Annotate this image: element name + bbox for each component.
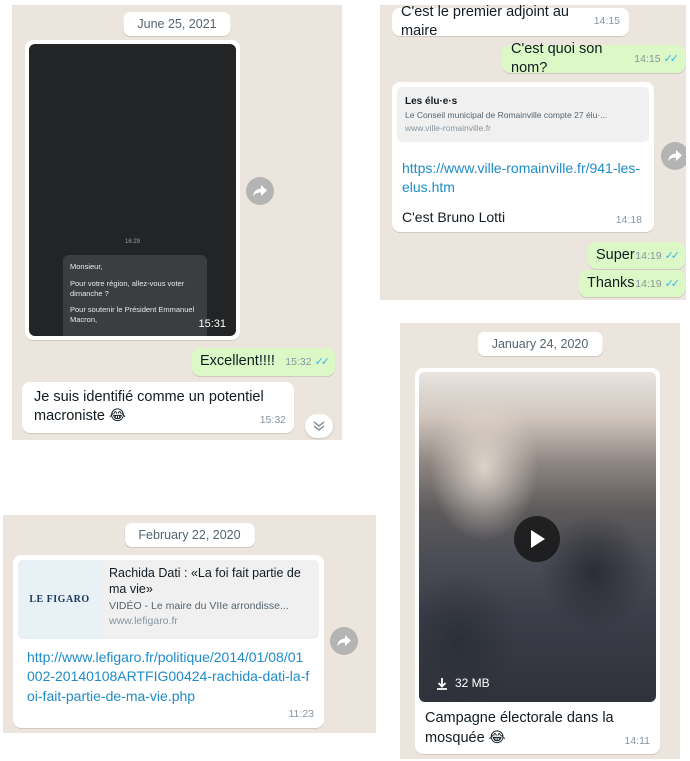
chat-panel-january-2020: January 24, 2020 32 MB Campagne électora… [400,323,680,759]
outgoing-message[interactable]: Thanks 14:19 ✓✓ [579,270,685,297]
link-preview-domain: www.lefigaro.fr [109,615,178,628]
message-time: 11:23 [288,708,315,721]
screenshot-image[interactable]: 16:29 Monsieur, Pour votre région, allez… [29,44,236,336]
message-text: Super [596,246,635,263]
chat-panel-romainville: C'est le premier adjoint au maire 14:15 … [380,5,686,300]
message-time: 14:18 [615,214,642,227]
message-time: 15:32 [285,356,312,369]
video-size: 32 MB [455,676,490,691]
forward-icon[interactable] [330,627,358,655]
link-message[interactable]: LE FIGARO Rachida Dati : «La foi fait pa… [13,555,324,728]
message-time: 14:19 [635,249,662,262]
link-preview-description: VIDÉO - Le maire du VIIe arrondisse... [109,599,289,612]
screenshot-inner-time: 16:29 [124,239,140,245]
message-time: 14:15 [593,15,620,28]
message-text: C'est quoi son nom? [511,40,603,76]
forward-icon[interactable] [661,142,686,170]
video-size-overlay: 32 MB [437,676,490,692]
message-time: 14:11 [624,735,651,748]
read-ticks-icon: ✓✓ [664,249,681,262]
read-ticks-icon: ✓✓ [663,53,680,66]
forward-icon[interactable] [246,177,274,205]
message-text: Je suis identifié comme un potentiel mac… [34,389,264,425]
link-preview-title: Les élu·e·s [405,96,458,107]
link-preview-body: Rachida Dati : «La foi fait partie de ma… [109,565,314,629]
date-chip: February 22, 2020 [124,523,255,547]
link-preview[interactable]: LE FIGARO Rachida Dati : «La foi fait pa… [18,560,319,639]
video-message[interactable]: 32 MB Campagne électorale dans la mosqué… [415,368,660,754]
link-preview-description: Le Conseil municipal de Romainville comp… [405,110,608,121]
screenshot-line: Pour soutenir le Président Emmanuel Macr… [70,305,195,324]
screenshot-line: Monsieur, [70,262,103,271]
screenshot-message[interactable]: 16:29 Monsieur, Pour votre région, allez… [25,40,240,340]
incoming-message[interactable]: C'est le premier adjoint au maire 14:15 [392,5,629,39]
outgoing-message[interactable]: Excellent!!!! 15:32 ✓✓ [192,348,335,376]
read-ticks-icon: ✓✓ [314,356,331,369]
message-text: Thanks [587,274,635,291]
message-text: C'est le premier adjoint au maire [401,5,569,39]
link-preview[interactable]: Les élu·e·s Le Conseil municipal de Roma… [397,87,649,142]
message-time: 15:32 [259,414,286,427]
message-time: 14:15 [634,53,661,66]
download-icon[interactable] [437,678,447,690]
message-link[interactable]: https://www.ville-romainville.fr/941-les… [402,159,642,197]
link-preview-title: Rachida Dati : «La foi fait partie de ma… [109,566,301,597]
logo-text: LE FIGARO [29,593,90,605]
video-caption: Campagne électorale dans la mosquée 😂 [425,710,614,746]
scroll-down-icon[interactable] [305,414,333,438]
lefigaro-logo: LE FIGARO [18,560,101,639]
play-icon[interactable] [514,516,560,562]
message-link[interactable]: http://www.lefigaro.fr/politique/2014/01… [27,648,310,706]
screenshot-inner-bubble: Monsieur, Pour votre région, allez-vous … [63,255,207,336]
message-time: 15:31 [198,318,226,331]
incoming-message[interactable]: Je suis identifié comme un potentiel mac… [22,382,294,433]
chat-panel-june-2021: June 25, 2021 16:29 Monsieur, Pour votre… [12,5,342,440]
chat-panel-february-2020: February 22, 2020 LE FIGARO Rachida Dati… [3,515,376,733]
message-text: Excellent!!!! [200,353,275,370]
date-chip: January 24, 2020 [477,332,603,356]
message-time: 14:19 [635,277,662,290]
outgoing-message[interactable]: C'est quoi son nom? 14:15 ✓✓ [502,41,685,76]
outgoing-message[interactable]: Super 14:19 ✓✓ [588,242,685,269]
screenshot-line: Pour votre région, allez-vous voter dima… [70,278,185,298]
link-message[interactable]: Les élu·e·s Le Conseil municipal de Roma… [392,82,654,232]
link-preview-domain: www.ville-romainville.fr [405,123,491,134]
read-ticks-icon: ✓✓ [664,277,681,290]
video-thumbnail[interactable]: 32 MB [419,372,656,702]
message-text: C'est Bruno Lotti [402,209,506,225]
date-chip: June 25, 2021 [123,12,231,36]
